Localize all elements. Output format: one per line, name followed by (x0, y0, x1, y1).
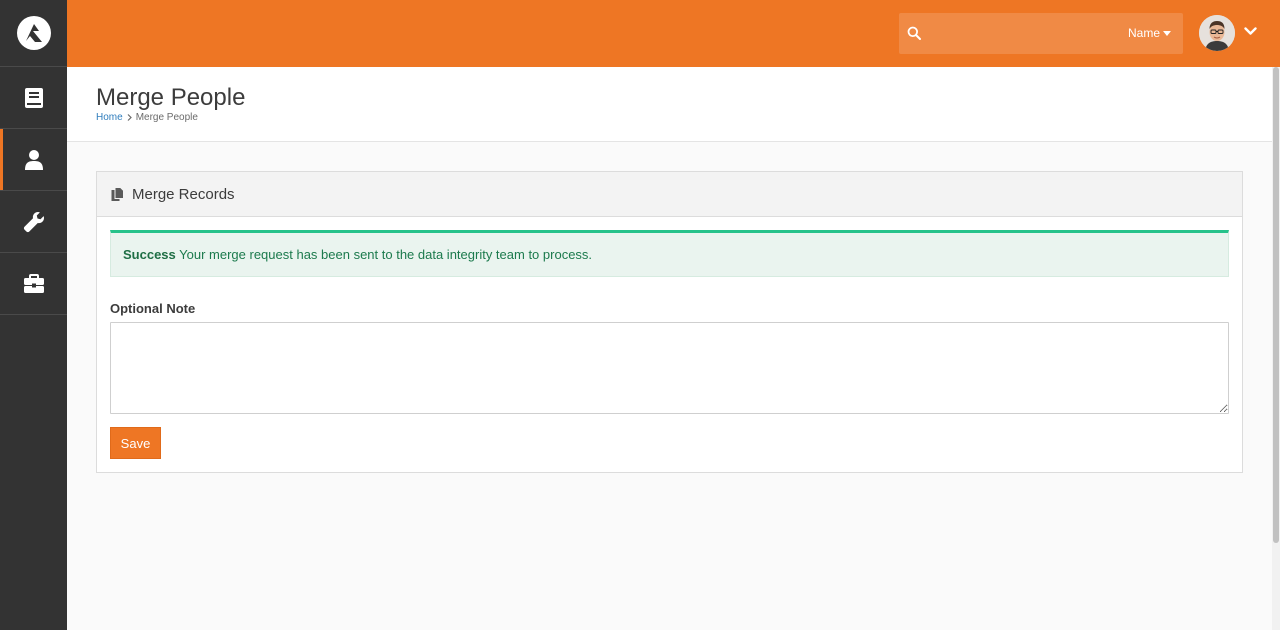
page-header: Merge People Home Merge People (67, 67, 1272, 142)
sidebar-item-content[interactable] (0, 67, 67, 129)
user-photo-icon (1199, 15, 1235, 51)
page-title: Merge People (96, 84, 246, 111)
sidebar-item-admin[interactable] (0, 253, 67, 315)
logo[interactable] (0, 0, 67, 67)
search-input[interactable] (929, 13, 1119, 54)
alert-label: Success (123, 247, 176, 262)
search-type-label: Name (1127, 26, 1160, 40)
caret-down-icon (1163, 30, 1171, 36)
chevron-right-icon (127, 114, 132, 121)
top-header: Name (67, 0, 1280, 67)
optional-note-textarea[interactable] (110, 322, 1229, 414)
breadcrumb: Home Merge People (96, 112, 198, 123)
search-icon (907, 26, 921, 40)
save-button[interactable]: Save (110, 427, 161, 459)
sidebar (0, 0, 67, 630)
merge-records-panel: Merge Records Success Your merge request… (96, 171, 1243, 473)
search-type-dropdown[interactable]: Name (1128, 26, 1171, 40)
breadcrumb-home-link[interactable]: Home (96, 112, 123, 123)
panel-heading: Merge Records (97, 172, 1242, 217)
alert-message: Your merge request has been sent to the … (179, 247, 593, 262)
wrench-icon (23, 211, 44, 232)
search-box: Name (899, 13, 1183, 54)
sidebar-item-people[interactable] (0, 129, 67, 191)
scrollbar-thumb[interactable] (1273, 67, 1279, 543)
panel-title: Merge Records (132, 185, 235, 203)
breadcrumb-current: Merge People (135, 112, 198, 123)
page-scrollbar[interactable] (1272, 67, 1280, 630)
optional-note-label: Optional Note (110, 301, 196, 316)
copy-icon (111, 186, 124, 201)
sidebar-item-tools[interactable] (0, 191, 67, 253)
avatar[interactable] (1199, 15, 1235, 51)
book-icon (24, 87, 43, 108)
success-alert: Success Your merge request has been sent… (110, 230, 1229, 277)
chevron-down-icon[interactable] (1244, 27, 1257, 36)
rock-logo-icon (16, 16, 51, 50)
briefcase-icon (23, 273, 44, 293)
user-icon (24, 149, 43, 170)
